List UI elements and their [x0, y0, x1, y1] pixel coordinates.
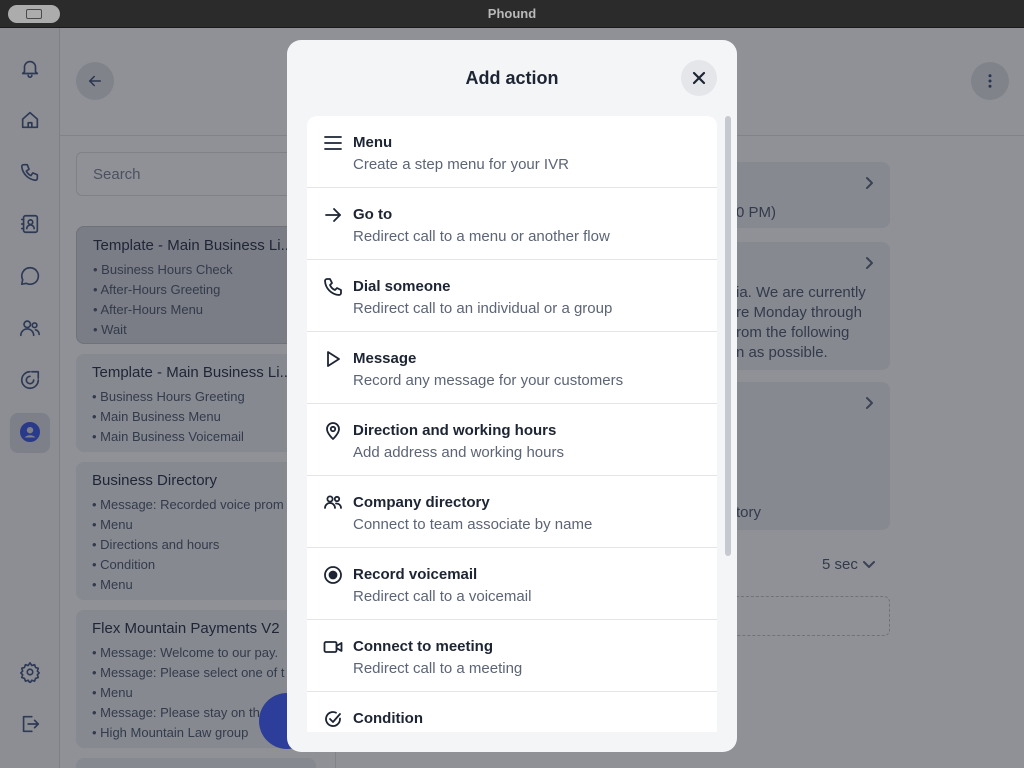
- add-action-dialog: Add action Menu Create a step menu for y…: [287, 40, 737, 752]
- action-title: Go to: [353, 206, 393, 223]
- team-icon[interactable]: [18, 316, 42, 340]
- close-button[interactable]: [681, 60, 717, 96]
- flow-card-step: • Business Hours Check: [93, 262, 233, 277]
- action-item-message[interactable]: Message Record any message for your cust…: [307, 332, 717, 404]
- wait-duration-value[interactable]: 5 sec: [822, 556, 858, 573]
- contacts-icon[interactable]: [18, 212, 42, 236]
- flow-card-step: • Wait: [93, 322, 127, 337]
- menu-icon: [323, 133, 343, 153]
- action-description: Record any message for your customers: [353, 372, 624, 389]
- flow-card[interactable]: Template - Main Business Li... • Busines…: [76, 354, 316, 452]
- flow-card-step: • Message: Welcome to our pay.: [92, 645, 279, 660]
- flow-card[interactable]: [76, 758, 316, 768]
- action-description: Redirect call to a meeting: [353, 660, 523, 677]
- phone-icon: [323, 277, 343, 297]
- flow-card-step: • Directions and hours: [92, 537, 220, 552]
- flow-card-step: • Message: Recorded voice prom: [92, 497, 284, 512]
- action-title: Direction and working hours: [353, 422, 557, 439]
- flow-card-step: • After-Hours Menu: [93, 302, 204, 317]
- step-card-text: rom the following: [736, 324, 850, 341]
- action-title: Connect to meeting: [353, 638, 494, 655]
- flow-card-title: Flex Mountain Payments V2: [92, 620, 280, 637]
- flow-card-title: Template - Main Business Li...: [93, 237, 294, 254]
- check-circle-icon: [323, 709, 343, 729]
- step-card-text: tory: [736, 504, 762, 521]
- flow-card-step: • Business Hours Greeting: [92, 389, 245, 404]
- window-title: Phound: [487, 6, 537, 21]
- action-description: Add address and working hours: [353, 444, 564, 461]
- dialog-scrollbar[interactable]: [725, 116, 731, 556]
- action-title: Dial someone: [353, 278, 451, 295]
- more-options-button[interactable]: [971, 62, 1009, 100]
- title-bar: Phound: [0, 0, 1024, 28]
- flow-card-step: • Message: Please select one of t: [92, 665, 285, 680]
- flow-card[interactable]: Business Directory • Message: Recorded v…: [76, 462, 316, 600]
- action-item-company-directory[interactable]: Company directory Connect to team associ…: [307, 476, 717, 548]
- chevron-right-icon[interactable]: [862, 396, 876, 410]
- action-item-go-to[interactable]: Go to Redirect call to a menu or another…: [307, 188, 717, 260]
- action-title: Message: [353, 350, 417, 367]
- action-item-dial-someone[interactable]: Dial someone Redirect call to an individ…: [307, 260, 717, 332]
- action-item-menu[interactable]: Menu Create a step menu for your IVR: [307, 116, 717, 188]
- action-description: Redirect call to an individual or a grou…: [353, 300, 613, 317]
- action-description: Redirect call to a voicemail: [353, 588, 532, 605]
- logout-icon[interactable]: [18, 712, 42, 736]
- back-button[interactable]: [76, 62, 114, 100]
- action-title: Menu: [353, 134, 393, 151]
- search-input[interactable]: Search: [76, 152, 316, 196]
- step-card-text: re Monday through: [736, 304, 862, 321]
- chat-icon[interactable]: [18, 264, 42, 288]
- flow-card-title: Business Directory: [92, 472, 218, 489]
- action-description: Connect to team associate by name: [353, 516, 593, 533]
- action-list: Menu Create a step menu for your IVR Go …: [307, 116, 717, 732]
- flow-card-step: • Main Business Menu: [92, 409, 221, 424]
- arrow-right-icon: [323, 205, 343, 225]
- flow-card-step: • Menu: [92, 517, 133, 532]
- bell-icon[interactable]: [18, 56, 42, 80]
- action-description: Create a step menu for your IVR: [353, 156, 569, 173]
- phone-icon[interactable]: [18, 160, 42, 184]
- chevron-right-icon[interactable]: [862, 256, 876, 270]
- flow-card-step: • Condition: [92, 557, 156, 572]
- step-card-text: ia. We are currently: [736, 284, 866, 301]
- chevron-right-icon[interactable]: [862, 176, 876, 190]
- action-item-direction-hours[interactable]: Direction and working hours Add address …: [307, 404, 717, 476]
- flow-card-step: • After-Hours Greeting: [93, 282, 221, 297]
- record-icon: [323, 565, 343, 585]
- action-item-record-voicemail[interactable]: Record voicemail Redirect call to a voic…: [307, 548, 717, 620]
- action-description: Redirect call to a menu or another flow: [353, 228, 610, 245]
- add-step-dropzone[interactable]: [720, 596, 890, 636]
- flow-card-step: • Menu: [92, 577, 133, 592]
- flow-card-step: • Main Business Voicemail: [92, 429, 244, 444]
- action-item-condition[interactable]: Condition: [307, 692, 717, 732]
- flow-card[interactable]: Template - Main Business Li... • Busines…: [76, 226, 316, 344]
- nav-rail: [0, 28, 60, 768]
- step-card-text: 0 PM): [736, 204, 777, 221]
- action-title: Condition: [353, 710, 423, 727]
- flow-card-title: Template - Main Business Li...: [92, 364, 293, 381]
- action-item-connect-meeting[interactable]: Connect to meeting Redirect call to a me…: [307, 620, 717, 692]
- settings-icon[interactable]: [18, 660, 42, 684]
- video-icon: [323, 637, 343, 657]
- close-icon: [692, 71, 706, 85]
- profile-icon[interactable]: [18, 420, 42, 444]
- home-icon[interactable]: [18, 108, 42, 132]
- action-title: Record voicemail: [353, 566, 478, 583]
- action-title: Company directory: [353, 494, 490, 511]
- dialog-title: Add action: [465, 68, 559, 88]
- play-icon: [323, 349, 343, 369]
- step-card-text: n as possible.: [736, 344, 828, 361]
- flows-icon[interactable]: [18, 368, 42, 392]
- chevron-down-icon[interactable]: [862, 557, 876, 571]
- people-icon: [323, 493, 343, 513]
- location-pin-icon: [323, 421, 343, 441]
- arrow-left-icon: [89, 75, 101, 87]
- kebab-menu-icon: [988, 74, 992, 88]
